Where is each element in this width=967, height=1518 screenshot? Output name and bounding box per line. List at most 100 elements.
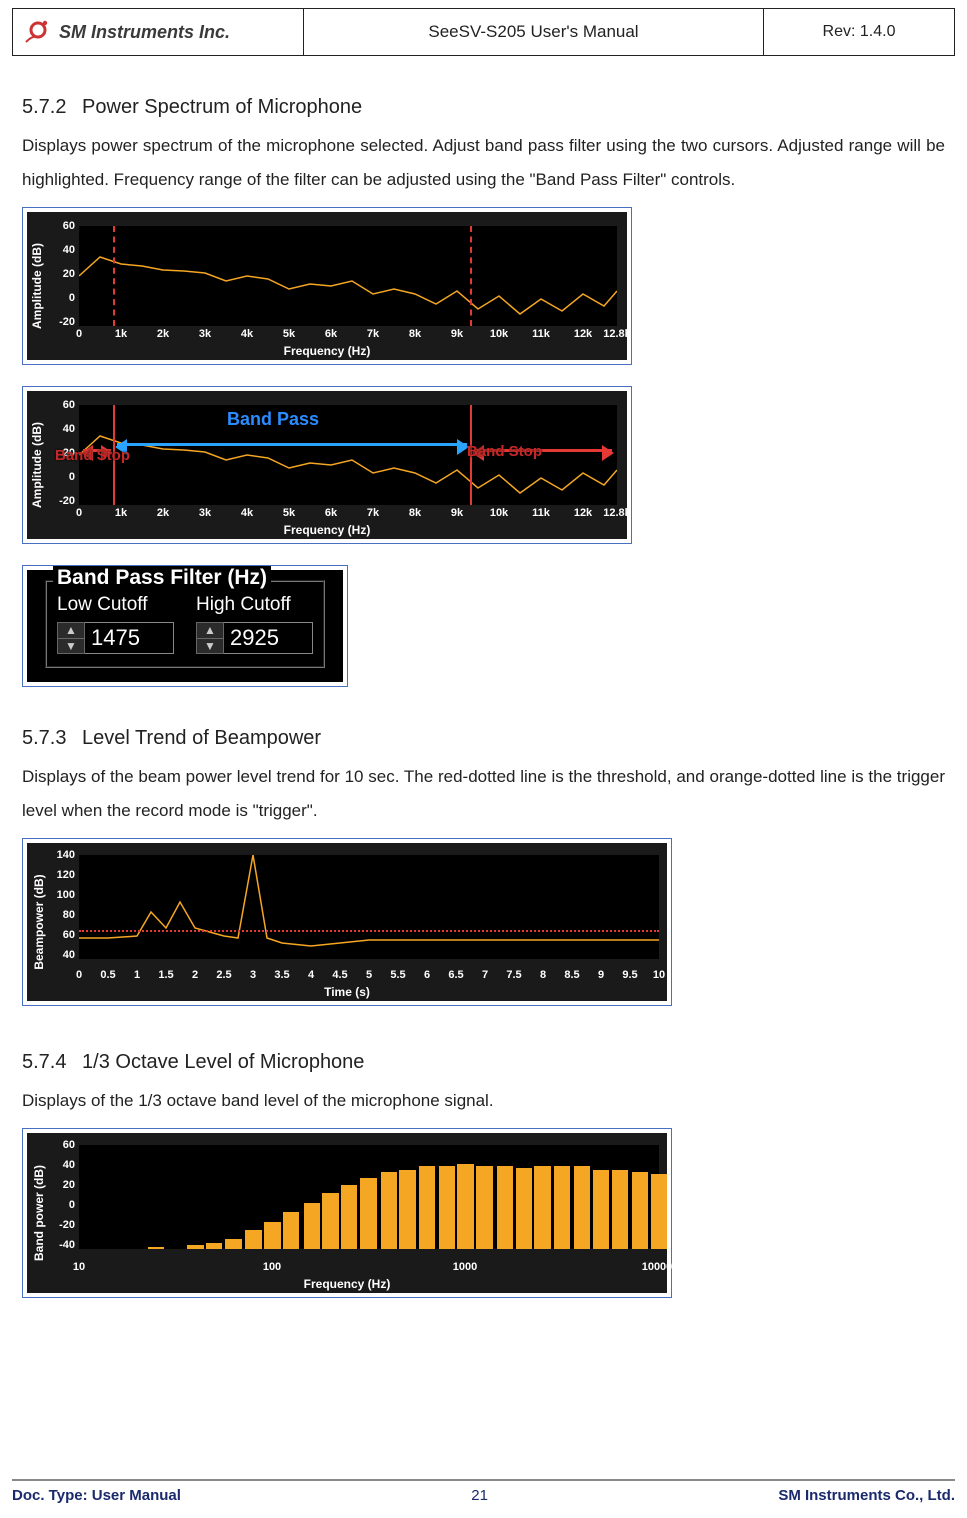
chevron-up-icon[interactable]: ▲ — [197, 623, 223, 639]
doc-revision: Rev: 1.4.0 — [764, 9, 955, 56]
bpf-fieldset: Band Pass Filter (Hz) Low Cutoff ▲ ▼ — [45, 580, 325, 668]
octave-bar — [534, 1166, 550, 1249]
xtick: 6 — [424, 969, 430, 981]
xtick: 6.5 — [448, 969, 463, 981]
octave-bar — [283, 1212, 299, 1249]
logo-swirl-icon — [23, 17, 53, 47]
section-572-num: 5.7.2 — [22, 96, 66, 119]
ytick: 60 — [47, 1139, 75, 1151]
figure-bpf-control: Band Pass Filter (Hz) Low Cutoff ▲ ▼ — [22, 565, 348, 687]
xtick: 0.5 — [100, 969, 115, 981]
bpf-low-spinner[interactable]: ▲ ▼ — [57, 622, 85, 654]
ytick: 80 — [47, 909, 75, 921]
bpf-panel: Band Pass Filter (Hz) Low Cutoff ▲ ▼ — [27, 570, 343, 682]
octave-bar — [206, 1243, 222, 1249]
xtick: 10 — [653, 969, 665, 981]
xtick: 9k — [451, 328, 463, 340]
cursor-high[interactable] — [470, 226, 472, 326]
section-573-para: Displays of the beam power level trend f… — [22, 760, 945, 828]
threshold-line — [79, 930, 659, 932]
octave-bar — [632, 1172, 648, 1249]
ytick: 60 — [47, 929, 75, 941]
ytick: 40 — [47, 423, 75, 435]
xtick: 7k — [367, 328, 379, 340]
spectrum-chart-2[interactable]: Amplitude (dB) Frequency (Hz) 60 40 20 0… — [27, 391, 627, 539]
trend-ylabel: Beampower (dB) — [32, 874, 46, 969]
spectrum2-xlabel: Frequency (Hz) — [27, 523, 627, 537]
octave-chart[interactable]: Band power (dB) Frequency (Hz) 60 40 20 … — [27, 1133, 667, 1293]
chevron-down-icon[interactable]: ▼ — [197, 639, 223, 654]
ytick: 100 — [47, 889, 75, 901]
band-pass-arrow-icon — [117, 443, 467, 446]
bpf-low-label: Low Cutoff — [57, 594, 174, 616]
octave-bar — [612, 1170, 628, 1249]
octave-bar — [264, 1222, 280, 1249]
spectrum1-trace-icon — [79, 226, 617, 326]
xtick: 4.5 — [332, 969, 347, 981]
octave-bar — [399, 1170, 415, 1249]
xtick: 9.5 — [622, 969, 637, 981]
octave-plot[interactable] — [79, 1145, 659, 1249]
octave-ylabel: Band power (dB) — [32, 1165, 46, 1261]
octave-bar — [497, 1166, 513, 1249]
xtick: 3.5 — [274, 969, 289, 981]
xtick: 11k — [532, 328, 550, 340]
xtick: 4k — [241, 507, 253, 519]
octave-bar — [225, 1239, 241, 1249]
xtick: 10000 — [642, 1261, 673, 1273]
spectrum-chart-1[interactable]: Amplitude (dB) Frequency (Hz) 60 40 20 0… — [27, 212, 627, 360]
octave-bar — [651, 1174, 667, 1249]
xtick: 7 — [482, 969, 488, 981]
footer-page-number: 21 — [471, 1487, 488, 1504]
bpf-low-input[interactable] — [85, 622, 174, 654]
ytick: 0 — [47, 471, 75, 483]
ytick: -40 — [47, 1239, 75, 1251]
trend-chart[interactable]: Beampower (dB) Time (s) 140 120 100 80 6… — [27, 843, 667, 1001]
spectrum1-plot[interactable] — [79, 226, 617, 326]
company-name: SM Instruments Inc. — [59, 22, 230, 43]
section-572-para: Displays power spectrum of the microphon… — [22, 129, 945, 197]
trend-trace-icon — [79, 855, 659, 959]
xtick: 2 — [192, 969, 198, 981]
chevron-up-icon[interactable]: ▲ — [58, 623, 84, 639]
section-573-title: Level Trend of Beampower — [82, 727, 321, 749]
bpf-low-group: Low Cutoff ▲ ▼ — [57, 594, 174, 654]
octave-bar — [457, 1164, 473, 1249]
section-574-para: Displays of the 1/3 octave band level of… — [22, 1084, 945, 1118]
band-stop-right-label: Band Stop — [467, 443, 542, 460]
section-572-heading: 5.7.2 Power Spectrum of Microphone — [22, 96, 945, 119]
xtick: 1 — [134, 969, 140, 981]
xtick: 0 — [76, 969, 82, 981]
section-573-heading: 5.7.3 Level Trend of Beampower — [22, 727, 945, 750]
xtick: 1.5 — [158, 969, 173, 981]
octave-bar — [360, 1178, 376, 1249]
xtick: 8 — [540, 969, 546, 981]
bpf-high-group: High Cutoff ▲ ▼ — [196, 594, 313, 654]
xtick: 3k — [199, 328, 211, 340]
xtick: 8.5 — [564, 969, 579, 981]
section-574-num: 5.7.4 — [22, 1051, 66, 1074]
chevron-down-icon[interactable]: ▼ — [58, 639, 84, 654]
octave-bar — [148, 1247, 164, 1249]
cursor-low[interactable] — [113, 226, 115, 326]
company-logo: SM Instruments Inc. — [23, 17, 293, 47]
octave-bar — [381, 1172, 397, 1249]
xtick: 5k — [283, 507, 295, 519]
ytick: -20 — [47, 1219, 75, 1231]
octave-bar — [187, 1245, 203, 1249]
xtick: 2.5 — [216, 969, 231, 981]
bpf-high-spinner[interactable]: ▲ ▼ — [196, 622, 224, 654]
octave-bar — [304, 1203, 320, 1249]
xtick: 6k — [325, 328, 337, 340]
doc-title: SeeSV-S205 User's Manual — [304, 9, 764, 56]
bpf-high-input[interactable] — [224, 622, 313, 654]
xtick: 12k — [574, 507, 592, 519]
xtick: 2k — [157, 507, 169, 519]
xtick: 5.5 — [390, 969, 405, 981]
ytick: 40 — [47, 949, 75, 961]
octave-bar — [341, 1185, 357, 1249]
content: 5.7.2 Power Spectrum of Microphone Displ… — [0, 56, 967, 1315]
octave-bar — [439, 1166, 455, 1249]
ytick: 140 — [47, 849, 75, 861]
trend-plot[interactable] — [79, 855, 659, 959]
